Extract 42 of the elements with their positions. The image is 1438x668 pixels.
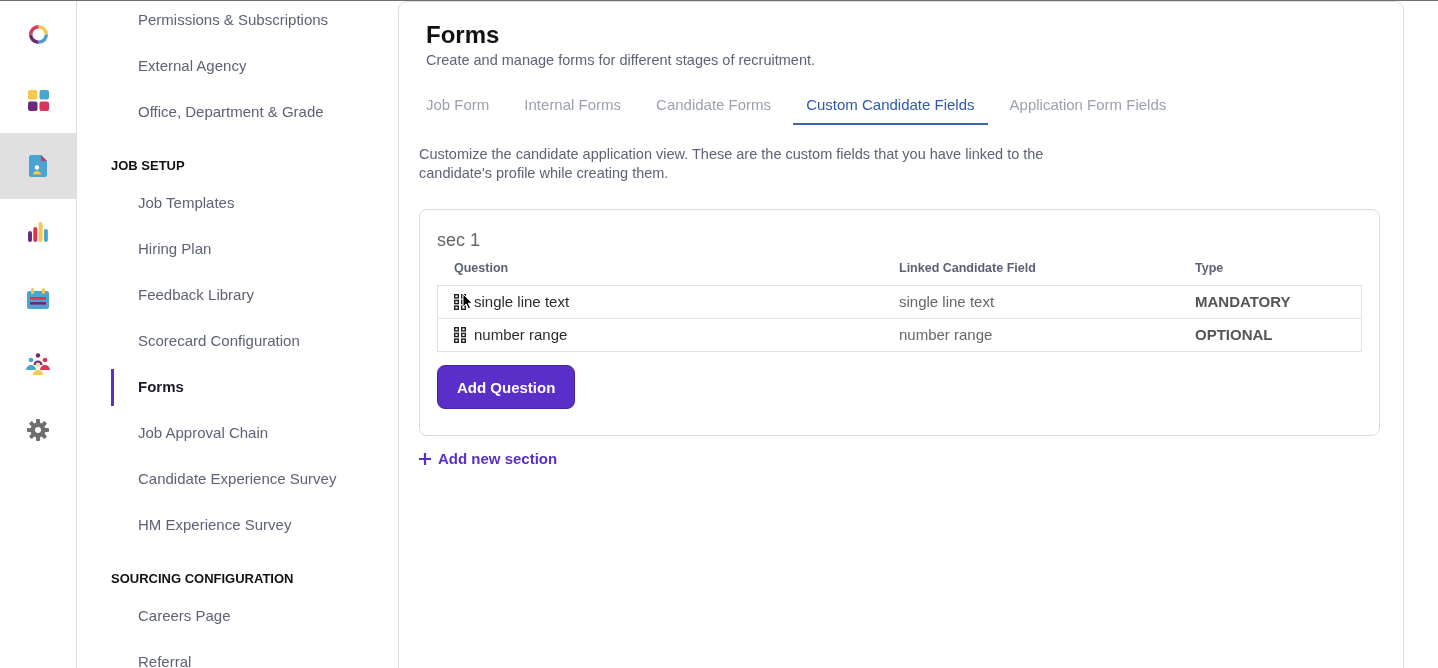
- bar-chart-icon: [28, 222, 48, 242]
- drag-handle-icon[interactable]: [454, 327, 466, 343]
- add-section-link[interactable]: Add new section: [419, 450, 558, 468]
- sidebar-item[interactable]: Scorecard Configuration: [138, 332, 300, 350]
- page-subtitle: Create and manage forms for different stages of recruitment.: [426, 51, 815, 69]
- sidebar-item[interactable]: Forms: [138, 378, 184, 396]
- sidebar-item[interactable]: Feedback Library: [138, 286, 254, 304]
- add-question-button[interactable]: Add Question: [437, 365, 576, 409]
- sidebar-item[interactable]: Candidate Experience Survey: [138, 470, 337, 488]
- sidebar-item[interactable]: Hiring Plan: [138, 240, 212, 258]
- description-text: Customize the candidate application view. These are the custom fields that you have linked to the candidate's profile while creating them.: [419, 145, 1045, 183]
- column-header: Question: [454, 260, 509, 276]
- section-heading: SOURCING CONFIGURATION: [111, 571, 294, 586]
- page-title: Forms: [426, 21, 500, 49]
- mouse-cursor-icon: [462, 293, 473, 310]
- ring-logo-icon[interactable]: [27, 23, 49, 45]
- sidebar-item[interactable]: Office, Department & Grade: [138, 103, 324, 121]
- table-cell: number range: [474, 326, 568, 344]
- table-cell: single line text: [474, 293, 570, 311]
- table-cell: number range: [899, 326, 993, 344]
- column-header: Type: [1195, 260, 1224, 276]
- section-title: sec 1: [437, 229, 481, 251]
- plus-icon: [419, 453, 431, 465]
- table-cell: MANDATORY: [1195, 293, 1291, 311]
- document-person-icon: [29, 155, 47, 177]
- calendar-icon: [27, 287, 49, 309]
- section-heading: JOB SETUP: [111, 158, 185, 173]
- sidebar-item[interactable]: Job Approval Chain: [138, 424, 269, 442]
- table-cell: single line text: [899, 293, 995, 311]
- sidebar-item[interactable]: Referral: [138, 653, 192, 668]
- sidebar-item[interactable]: External Agency: [138, 57, 247, 75]
- sidebar-item[interactable]: Careers Page: [138, 607, 231, 625]
- sidebar-item[interactable]: HM Experience Survey: [138, 516, 292, 534]
- column-header: Linked Candidate Field: [899, 260, 1036, 276]
- people-group-icon: [26, 353, 50, 375]
- table-cell: OPTIONAL: [1195, 326, 1273, 344]
- tab[interactable]: Custom Candidate Fields: [793, 87, 988, 125]
- sidebar-item[interactable]: Permissions & Subscriptions: [138, 11, 329, 29]
- sidebar-item[interactable]: Job Templates: [138, 194, 235, 212]
- settings-gear-icon: [27, 419, 49, 441]
- apps-grid-icon: [27, 89, 49, 111]
- active-indicator: [111, 368, 114, 406]
